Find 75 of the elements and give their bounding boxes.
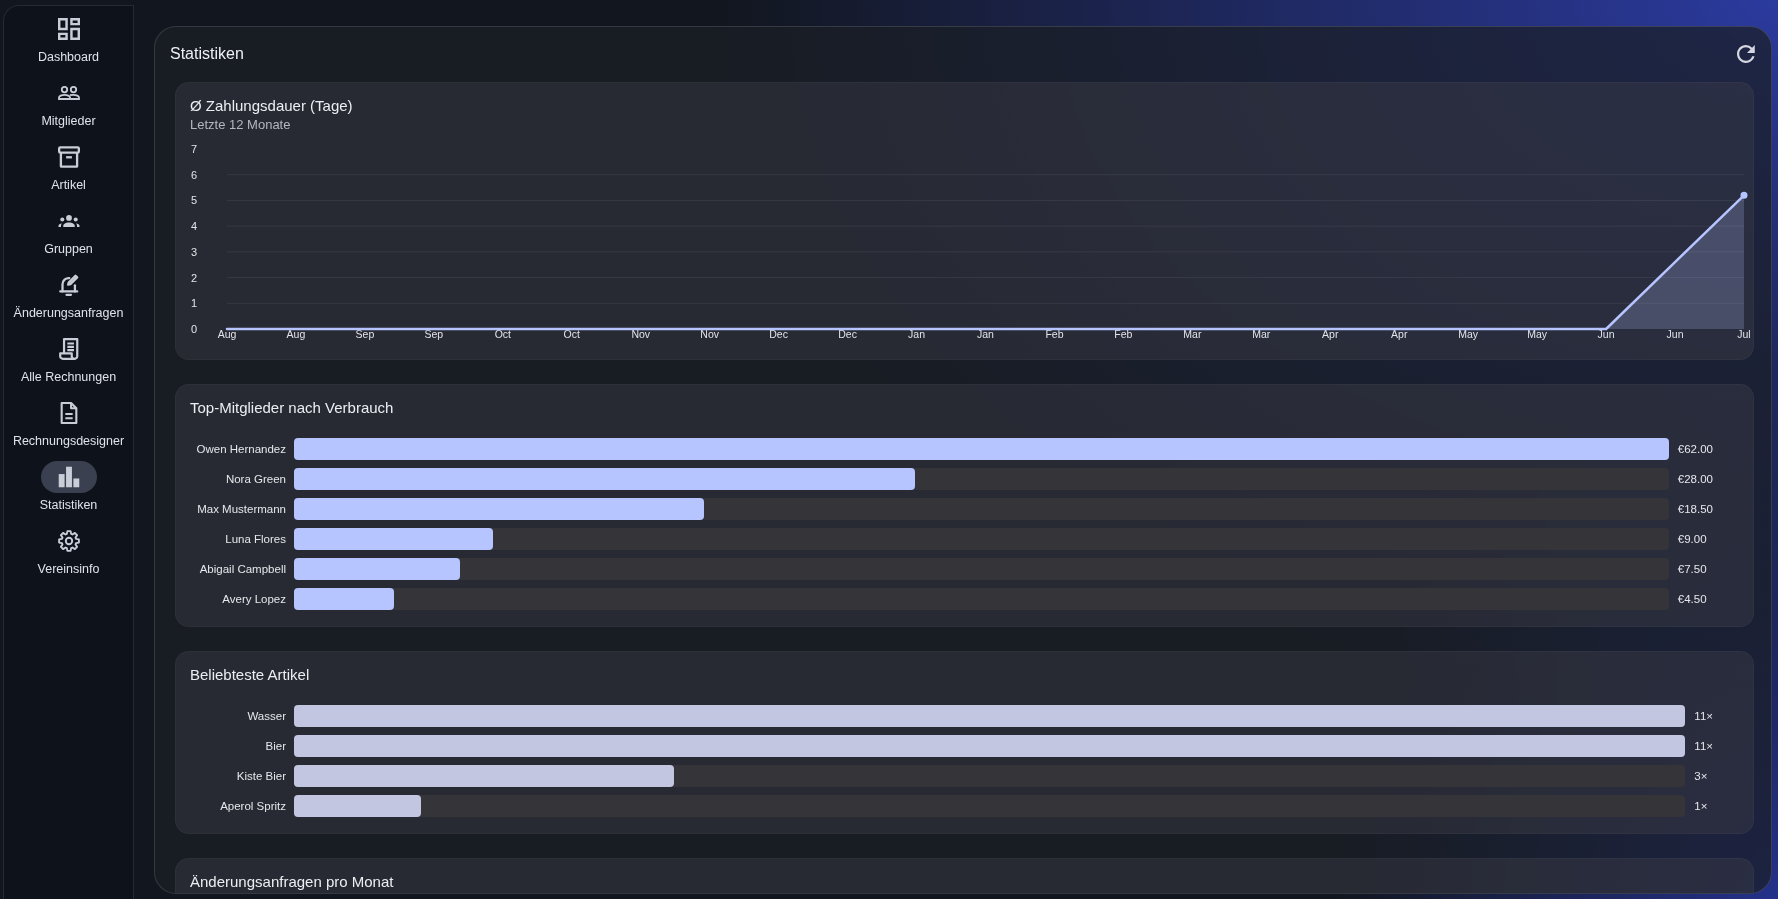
sidebar-item[interactable]: Alle Rechnungen — [4, 333, 133, 385]
x-axis-label: Jul — [1737, 328, 1751, 340]
x-axis-label: Apr — [1391, 328, 1408, 340]
card-title: Änderungsanfragen pro Monat — [190, 872, 395, 892]
x-axis-label: May — [1458, 328, 1479, 340]
bar-label: Luna Flores — [225, 532, 286, 546]
x-axis-label: Mar — [1252, 328, 1271, 340]
value-label: €9.00 — [1677, 532, 1708, 546]
sidebar-item[interactable]: Rechnungsdesigner — [4, 397, 133, 449]
bar-label: Max Mustermann — [197, 502, 286, 516]
value-label: €7.50 — [1677, 562, 1708, 576]
y-axis-label: 4 — [190, 220, 197, 233]
x-axis-label: Sep — [424, 328, 444, 340]
sidebar-item[interactable]: Änderungsanfragen — [4, 269, 133, 321]
value-label: 11× — [1694, 739, 1713, 753]
data-point-marker — [1740, 191, 1748, 199]
page-title: Statistiken — [170, 44, 244, 64]
value-label: €18.50 — [1677, 502, 1713, 516]
settings-icon — [57, 530, 80, 552]
sidebar-item[interactable]: Dashboard — [4, 13, 133, 65]
receipt-icon — [57, 338, 80, 360]
value-label: 11× — [1694, 709, 1713, 723]
sidebar-item[interactable]: Vereinsinfo — [4, 525, 133, 577]
card-title: Beliebteste Artikel — [190, 665, 311, 685]
value-label: €4.50 — [1677, 592, 1708, 606]
refresh-button[interactable] — [1737, 45, 1755, 63]
x-axis-label: Aug — [217, 328, 237, 340]
y-axis-label: 2 — [190, 271, 197, 284]
x-axis-label: Jan — [908, 328, 925, 340]
y-axis-label: 3 — [190, 245, 197, 258]
x-axis-label: Feb — [1114, 328, 1133, 340]
bar-label: Wasser — [247, 709, 286, 723]
bell-pencil-icon — [57, 274, 80, 296]
x-axis-label: Sep — [355, 328, 375, 340]
card-title: Ø Zahlungsdauer (Tage) — [190, 96, 354, 116]
sidebar-item[interactable]: Gruppen — [4, 205, 133, 257]
x-axis-label: Nov — [631, 328, 651, 340]
bar-label: Nora Green — [225, 472, 286, 486]
bar-label: Avery Lopez — [222, 592, 286, 606]
value-label: 3× — [1694, 769, 1709, 783]
bar-label: Owen Hernandez — [196, 442, 286, 456]
x-axis-label: Mar — [1183, 328, 1202, 340]
x-axis-label: Dec — [838, 328, 857, 340]
y-axis-label: 6 — [190, 168, 197, 181]
x-axis-label: Oct — [563, 328, 580, 340]
bar-chart-icon — [57, 466, 80, 488]
x-axis-label: Jun — [1666, 328, 1684, 340]
bar-label: Kiste Bier — [236, 769, 286, 783]
x-axis-label: Aug — [286, 328, 306, 340]
card-subtitle: Letzte 12 Monate — [190, 116, 292, 133]
card-title: Top-Mitglieder nach Verbrauch — [190, 398, 395, 418]
value-label: €62.00 — [1677, 442, 1713, 456]
y-axis-label: 0 — [190, 323, 197, 335]
x-axis-label: Oct — [494, 328, 511, 340]
x-axis-label: May — [1527, 328, 1548, 340]
value-label: 1× — [1694, 799, 1709, 813]
bar-label: Bier — [265, 739, 286, 753]
x-axis-label: Jun — [1597, 328, 1615, 340]
value-label: €28.00 — [1677, 472, 1713, 486]
x-axis-label: Nov — [700, 328, 720, 340]
x-axis-label: Feb — [1045, 328, 1064, 340]
sidebar-item[interactable]: Artikel — [4, 141, 133, 193]
sidebar-item[interactable]: Statistiken — [4, 461, 133, 513]
x-axis-label: Jan — [977, 328, 994, 340]
x-axis-label: Apr — [1322, 328, 1339, 340]
sidebar-item[interactable]: Mitglieder — [4, 77, 133, 129]
refresh-icon — [1737, 45, 1755, 63]
archive-box-icon — [57, 146, 80, 168]
x-axis-label: Dec — [769, 328, 788, 340]
y-axis-label: 5 — [190, 194, 197, 207]
bar-label: Abigail Campbell — [199, 562, 286, 576]
bar-label: Aperol Spritz — [220, 799, 286, 813]
y-axis-label: 7 — [190, 143, 197, 155]
tiles-icon — [57, 18, 80, 40]
y-axis-label: 1 — [190, 297, 197, 310]
